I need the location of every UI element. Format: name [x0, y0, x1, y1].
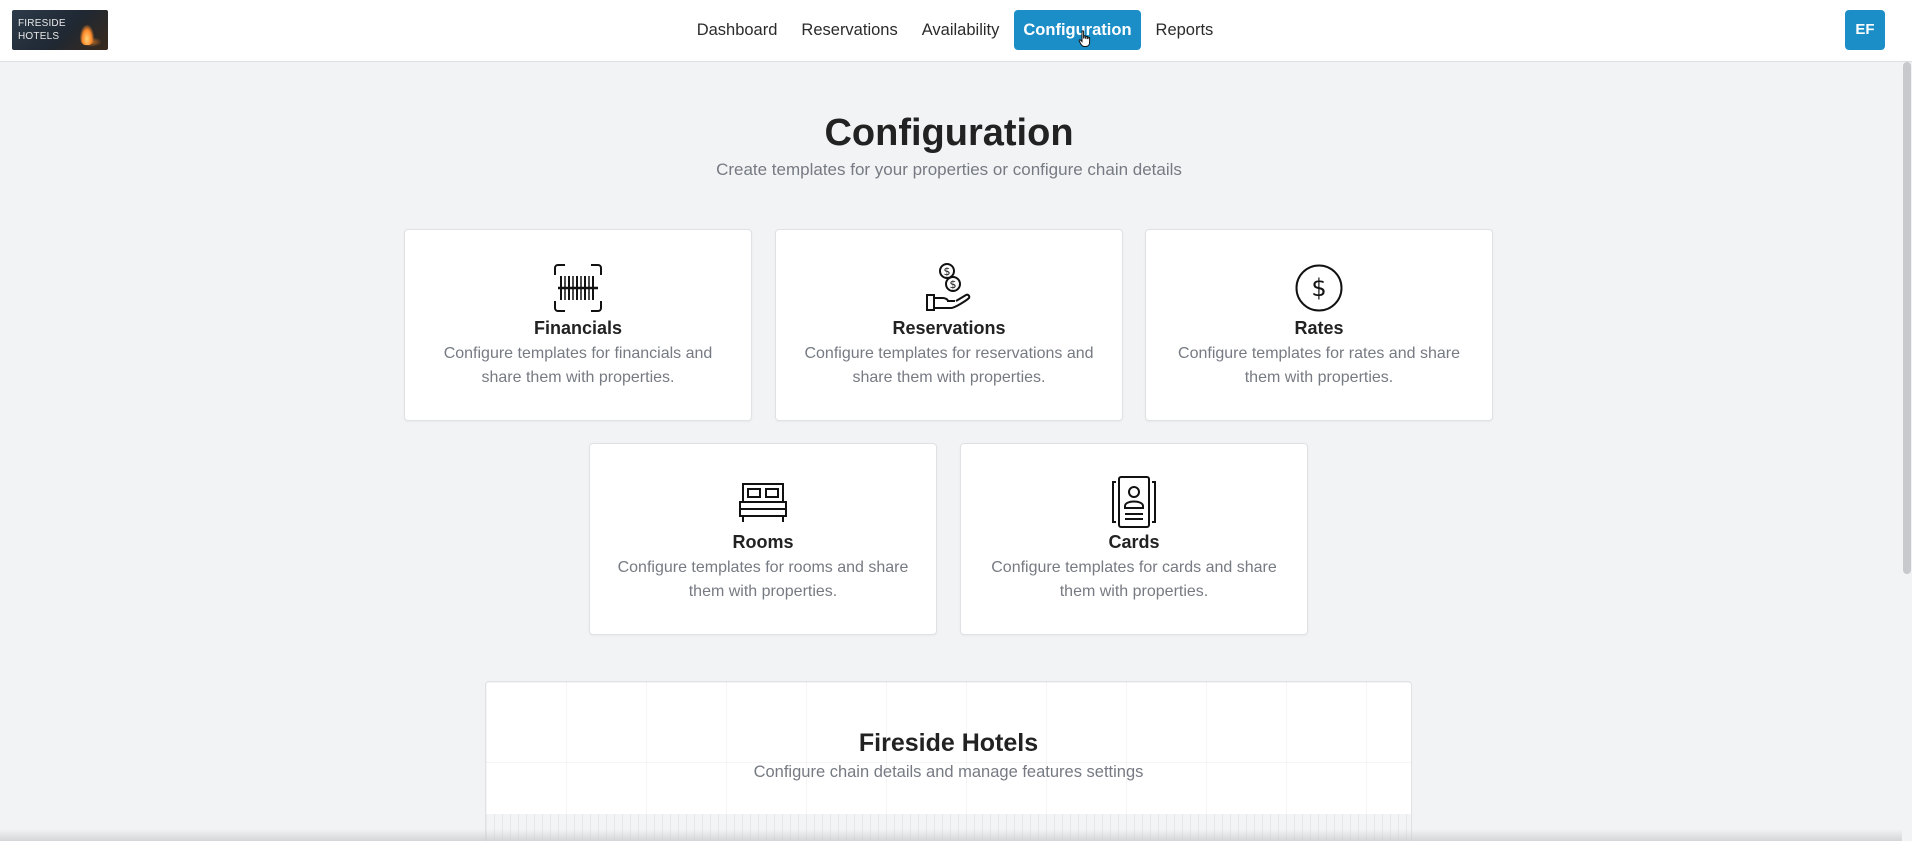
- card-rates[interactable]: $ Rates Configure templates for rates an…: [1145, 229, 1493, 421]
- hand-pointer-icon: [1078, 30, 1091, 47]
- nav-item-dashboard[interactable]: Dashboard: [688, 10, 787, 50]
- svg-text:$: $: [1311, 274, 1326, 302]
- hand-coins-icon: $ $: [926, 263, 971, 311]
- svg-text:$: $: [950, 278, 957, 291]
- top-bar: FIRESIDE HOTELS Dashboard Reservations A…: [0, 0, 1912, 62]
- bed-icon: [739, 483, 787, 522]
- page-subtitle: Create templates for your properties or …: [716, 160, 1182, 179]
- nav-item-availability[interactable]: Availability: [913, 10, 1009, 50]
- id-card-icon: [1112, 476, 1156, 528]
- card-financials[interactable]: Financials Configure templates for finan…: [404, 229, 752, 421]
- card-title: Financials: [533, 318, 623, 338]
- card-description: Configure templates for financials and s…: [443, 345, 713, 386]
- page-scrollbar[interactable]: [1902, 62, 1912, 841]
- card-title: Reservations: [892, 318, 1006, 338]
- card-cards[interactable]: Cards Configure templates for cards and …: [960, 443, 1308, 635]
- card-title: Rates: [1294, 318, 1344, 338]
- page-title: Configuration: [824, 112, 1074, 154]
- card-description: Configure templates for rates and share …: [1178, 345, 1460, 386]
- card-title: Cards: [1108, 532, 1160, 552]
- card-reservations[interactable]: $ $ Reservations Configure templates for…: [775, 229, 1123, 421]
- bottom-shadow: [0, 829, 1902, 841]
- card-title: Rooms: [732, 532, 794, 552]
- chain-details-panel[interactable]: Fireside Hotels Configure chain details …: [485, 681, 1412, 841]
- chain-title: Fireside Hotels: [858, 729, 1039, 757]
- logo-flame-icon: [80, 25, 94, 45]
- scrollbar-thumb[interactable]: [1903, 62, 1911, 574]
- card-description: Configure templates for cards and share …: [991, 559, 1277, 600]
- logo-text: FIRESIDE HOTELS: [18, 18, 66, 42]
- nav-item-reports[interactable]: Reports: [1147, 10, 1223, 50]
- svg-text:$: $: [944, 265, 951, 278]
- barcode-icon: [554, 264, 602, 312]
- chain-subtitle: Configure chain details and manage featu…: [753, 763, 1144, 781]
- nav-item-reservations[interactable]: Reservations: [792, 10, 906, 50]
- card-description: Configure templates for reservations and…: [804, 345, 1094, 386]
- brand-logo[interactable]: FIRESIDE HOTELS: [12, 10, 108, 50]
- main-nav: Dashboard Reservations Availability Conf…: [0, 10, 1912, 50]
- card-description: Configure templates for rooms and share …: [617, 559, 909, 600]
- user-avatar[interactable]: EF: [1845, 10, 1885, 50]
- card-rooms[interactable]: Rooms Configure templates for rooms and …: [589, 443, 937, 635]
- dollar-circle-icon: $: [1295, 264, 1343, 312]
